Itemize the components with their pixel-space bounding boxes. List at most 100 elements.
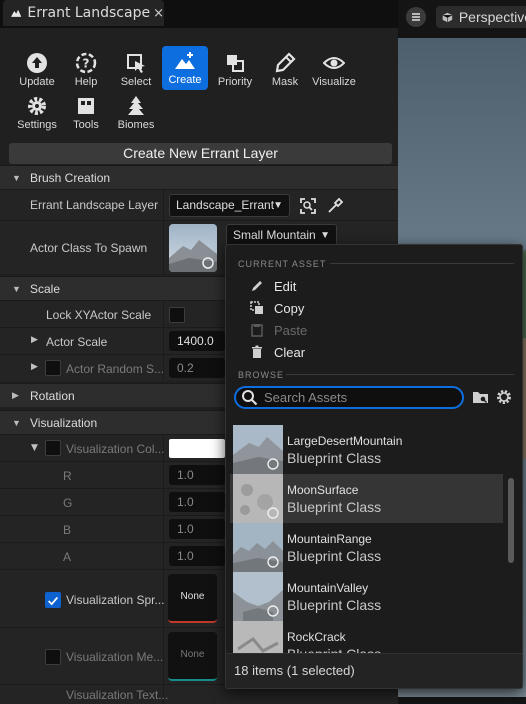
search-assets-field[interactable] bbox=[234, 386, 464, 409]
hamburger-icon bbox=[412, 13, 420, 21]
chevron-down-icon: ▼ bbox=[273, 200, 283, 211]
search-icon bbox=[242, 390, 258, 406]
chevron-right-icon[interactable]: ▶ bbox=[31, 362, 38, 372]
update-button[interactable]: Update bbox=[14, 48, 60, 92]
scrollbar-thumb[interactable] bbox=[508, 478, 514, 563]
asset-picker-dropdown: CURRENT ASSET Edit Copy Paste Clear BROW… bbox=[225, 244, 523, 689]
mask-button[interactable]: Mask bbox=[262, 48, 308, 92]
tools-button[interactable]: Tools bbox=[63, 91, 109, 135]
perspective-label: Perspective bbox=[458, 9, 526, 25]
create-tool-button[interactable]: Create bbox=[162, 46, 208, 90]
color-swatch[interactable] bbox=[169, 439, 225, 458]
channel-label: R bbox=[63, 469, 72, 483]
tools-icon bbox=[78, 98, 94, 114]
channel-label: B bbox=[63, 523, 72, 537]
chevron-down-icon: ▼ bbox=[12, 283, 21, 294]
property-row-landscape-layer: Errant Landscape Layer Landscape_Errant … bbox=[0, 189, 398, 220]
channel-label: G bbox=[63, 496, 73, 510]
browse-icon[interactable] bbox=[299, 197, 317, 215]
viewport-menu-button[interactable] bbox=[406, 7, 426, 27]
asset-list-item[interactable]: LargeDesertMountain Blueprint Class bbox=[230, 425, 503, 474]
vis-mesh-checkbox[interactable] bbox=[45, 649, 61, 665]
property-label: Lock XYActor Scale bbox=[46, 308, 152, 322]
random-scale-input[interactable]: 0.2 bbox=[169, 358, 225, 378]
visualize-button[interactable]: Visualize bbox=[311, 48, 357, 92]
checkmark-icon bbox=[48, 596, 59, 606]
category-title: Scale bbox=[30, 281, 61, 296]
pencil-icon bbox=[252, 281, 262, 291]
biomes-icon bbox=[128, 96, 144, 115]
asset-thumbnail bbox=[233, 572, 283, 621]
tab-errant-landscape[interactable]: Errant Landscape × bbox=[3, 0, 164, 26]
chevron-right-icon: ▶ bbox=[12, 390, 19, 400]
actor-class-thumbnail[interactable] bbox=[169, 224, 217, 272]
visualize-icon bbox=[323, 57, 345, 69]
category-title: Rotation bbox=[30, 388, 75, 403]
menu-item-copy[interactable]: Copy bbox=[250, 298, 304, 318]
property-label: Visualization Text... bbox=[66, 688, 169, 702]
priority-icon bbox=[227, 55, 244, 72]
chevron-down-icon: ▼ bbox=[320, 230, 330, 241]
channel-r-input[interactable]: 1.0 bbox=[169, 465, 225, 485]
asset-list-item-selected[interactable]: MoonSurface Blueprint Class bbox=[230, 474, 503, 523]
channel-g-input[interactable]: 1.0 bbox=[169, 492, 225, 512]
vis-color-checkbox[interactable] bbox=[45, 440, 61, 456]
chevron-down-icon: ▼ bbox=[12, 172, 21, 183]
channel-a-input[interactable]: 1.0 bbox=[169, 546, 225, 566]
help-icon: ? bbox=[75, 52, 97, 74]
category-title: Visualization bbox=[30, 415, 98, 430]
settings-icon bbox=[28, 97, 46, 115]
create-new-errant-layer-button[interactable]: Create New Errant Layer bbox=[9, 143, 392, 164]
menu-item-paste[interactable]: Paste bbox=[250, 320, 307, 340]
category-title: Brush Creation bbox=[30, 170, 111, 185]
property-label: Visualization Spr... bbox=[66, 593, 165, 607]
chevron-down-icon: ▼ bbox=[12, 417, 21, 428]
property-label: Errant Landscape Layer bbox=[30, 198, 159, 212]
perspective-button[interactable]: Perspective bbox=[436, 6, 526, 28]
asset-thumbnail bbox=[233, 523, 283, 572]
svg-text:?: ? bbox=[83, 57, 90, 71]
close-icon[interactable]: × bbox=[153, 6, 164, 21]
folder-icon[interactable] bbox=[472, 389, 489, 405]
paste-icon bbox=[251, 324, 263, 337]
asset-list-item[interactable]: MountainRange Blueprint Class bbox=[230, 523, 503, 572]
menu-item-edit[interactable]: Edit bbox=[250, 276, 296, 296]
property-label: Actor Random S... bbox=[66, 362, 165, 376]
channel-b-input[interactable]: 1.0 bbox=[169, 519, 225, 539]
tab-title: Errant Landscape bbox=[27, 5, 151, 21]
gear-icon[interactable] bbox=[496, 389, 512, 405]
biomes-button[interactable]: Biomes bbox=[113, 91, 159, 135]
chevron-down-icon[interactable]: ▼ bbox=[31, 443, 38, 453]
random-scale-checkbox[interactable] bbox=[45, 360, 61, 376]
mesh-asset-tile[interactable]: None bbox=[168, 632, 217, 681]
asset-thumbnail bbox=[233, 474, 283, 523]
cube-icon bbox=[442, 12, 453, 22]
property-label: Visualization Me... bbox=[66, 650, 164, 664]
mask-icon bbox=[275, 52, 296, 73]
priority-button[interactable]: Priority bbox=[212, 48, 258, 92]
section-divider bbox=[330, 263, 514, 264]
search-input[interactable] bbox=[264, 389, 459, 406]
layer-dropdown[interactable]: Landscape_Errant ▼ bbox=[169, 194, 290, 217]
settings-button[interactable]: Settings bbox=[14, 91, 60, 135]
property-label: Actor Scale bbox=[46, 335, 108, 349]
landscape-icon bbox=[11, 9, 22, 17]
asset-list-item[interactable]: RockCrack Blueprint Class bbox=[230, 621, 503, 653]
property-label: Visualization Col... bbox=[66, 442, 165, 456]
help-button[interactable]: ? Help bbox=[63, 48, 109, 92]
create-icon bbox=[175, 52, 195, 69]
update-icon bbox=[27, 53, 47, 73]
lock-scale-checkbox[interactable] bbox=[169, 307, 185, 323]
actor-scale-input[interactable]: 1400.0 bbox=[169, 331, 225, 351]
section-current-asset: CURRENT ASSET bbox=[238, 259, 327, 269]
category-brush-creation[interactable]: ▼ Brush Creation bbox=[0, 165, 398, 189]
asset-list-item[interactable]: MountainValley Blueprint Class bbox=[230, 572, 503, 621]
channel-label: A bbox=[63, 550, 72, 564]
eyedropper-icon[interactable] bbox=[326, 197, 344, 215]
select-button[interactable]: Select bbox=[113, 48, 159, 92]
vis-sprite-checkbox[interactable] bbox=[45, 592, 61, 608]
chevron-right-icon[interactable]: ▶ bbox=[31, 335, 38, 345]
menu-item-clear[interactable]: Clear bbox=[250, 342, 305, 362]
select-icon bbox=[127, 54, 145, 73]
sprite-asset-tile[interactable]: None bbox=[168, 574, 217, 623]
